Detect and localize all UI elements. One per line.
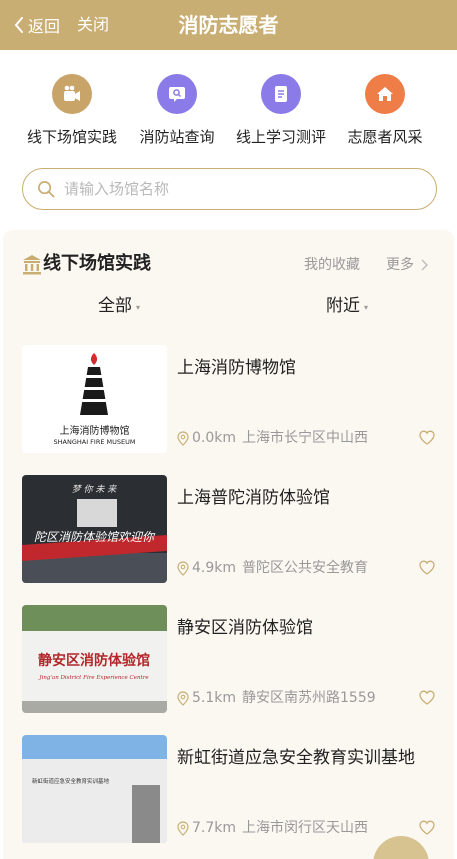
venue-address: 普陀区公共安全教育	[242, 560, 369, 576]
venue-distance: 7.7km	[192, 820, 237, 836]
heart-icon[interactable]	[419, 690, 435, 705]
chevron-right-icon	[421, 259, 428, 271]
search-box[interactable]	[22, 168, 437, 210]
quick-action-volunteer-showcase[interactable]: 志愿者风采	[330, 74, 440, 147]
location-pin-icon	[177, 820, 189, 836]
filter-all-label: 全部	[98, 296, 132, 316]
thumb-subtext: SHANGHAI FIRE MUSEUM	[54, 438, 136, 446]
thumb-text: 陀区消防体验馆欢迎你	[34, 530, 156, 544]
venue-name: 静安区消防体验馆	[177, 618, 313, 638]
search-input[interactable]	[64, 180, 404, 198]
my-favorites-link[interactable]: 我的收藏	[304, 256, 360, 274]
thumb-text: 上海消防博物馆	[60, 424, 130, 437]
heart-icon[interactable]	[419, 820, 435, 835]
page-title: 消防志愿者	[178, 13, 279, 37]
checklist-icon	[261, 74, 301, 114]
venue-distance: 5.1km	[192, 690, 237, 706]
venue-name: 上海消防博物馆	[177, 358, 296, 378]
filter-nearby-label: 附近	[326, 296, 360, 316]
location-pin-icon	[177, 690, 189, 706]
filter-nearby[interactable]: 附近 ▾	[326, 295, 368, 319]
venue-thumbnail-xinhong: 新虹街道应急安全教育实训基地	[22, 735, 167, 843]
quick-action-online-study[interactable]: 线上学习测评	[226, 74, 336, 147]
venue-meta: 7.7km 上海市闵行区天山西	[177, 819, 368, 837]
venue-name: 上海普陀消防体验馆	[177, 488, 330, 508]
venue-meta: 4.9km 普陀区公共安全教育	[177, 559, 368, 577]
venue-item[interactable]: 静安区消防体验馆 Jing'an District Fire Experienc…	[22, 605, 437, 713]
quick-action-station-query[interactable]: 消防站查询	[122, 74, 232, 147]
quick-action-label: 消防站查询	[139, 128, 215, 146]
house-icon	[365, 74, 405, 114]
venue-item[interactable]: 新虹街道应急安全教育实训基地 新虹街道应急安全教育实训基地 7.7km 上海市闵…	[22, 735, 437, 843]
search-chat-icon	[157, 74, 197, 114]
thumb-subtext: Jing'an District Fire Experience Centre	[38, 675, 149, 681]
more-label: 更多	[386, 257, 414, 273]
thumb-text: 新虹街道应急安全教育实训基地	[32, 777, 110, 785]
venue-item[interactable]: 梦 你 未 来 陀区消防体验馆欢迎你 上海普陀消防体验馆 4.9km 普陀区公共…	[22, 475, 437, 583]
venue-distance: 4.9km	[192, 560, 237, 576]
search-icon	[38, 180, 55, 197]
thumb-subtext: 梦 你 未 来	[72, 484, 118, 495]
venue-distance: 0.0km	[192, 430, 237, 446]
heart-icon[interactable]	[419, 560, 435, 575]
venue-meta: 0.0km 上海市长宁区中山西	[177, 429, 368, 447]
heart-icon[interactable]	[419, 430, 435, 445]
museum-icon	[23, 255, 41, 275]
more-link[interactable]: 更多	[386, 256, 428, 274]
location-pin-icon	[177, 560, 189, 576]
venue-address: 上海市闵行区天山西	[242, 820, 369, 836]
video-camera-icon	[52, 74, 92, 114]
venue-thumbnail-fire-museum: 上海消防博物馆 SHANGHAI FIRE MUSEUM	[22, 345, 167, 453]
venue-thumbnail-putuo: 梦 你 未 来 陀区消防体验馆欢迎你	[22, 475, 167, 583]
venue-thumbnail-jingan: 静安区消防体验馆 Jing'an District Fire Experienc…	[22, 605, 167, 713]
quick-action-offline-venue[interactable]: 线下场馆实践	[17, 74, 127, 147]
venue-address: 静安区南苏州路1559	[242, 690, 376, 706]
venue-address: 上海市长宁区中山西	[242, 430, 369, 446]
section-title: 线下场馆实践	[43, 253, 151, 274]
venue-meta: 5.1km 静安区南苏州路1559	[177, 689, 376, 707]
filter-all[interactable]: 全部 ▾	[98, 295, 140, 319]
top-bar: 返回 关闭 消防志愿者	[0, 0, 457, 50]
quick-action-label: 志愿者风采	[347, 128, 423, 146]
caret-down-icon: ▾	[364, 303, 369, 312]
venue-item[interactable]: 上海消防博物馆 SHANGHAI FIRE MUSEUM 上海消防博物馆 0.0…	[22, 345, 437, 453]
quick-action-label: 线下场馆实践	[26, 128, 117, 146]
venue-name: 新虹街道应急安全教育实训基地	[177, 748, 415, 768]
quick-action-label: 线上学习测评	[235, 128, 326, 146]
thumb-text: 静安区消防体验馆	[38, 652, 150, 669]
location-pin-icon	[177, 430, 189, 446]
caret-down-icon: ▾	[136, 303, 141, 312]
